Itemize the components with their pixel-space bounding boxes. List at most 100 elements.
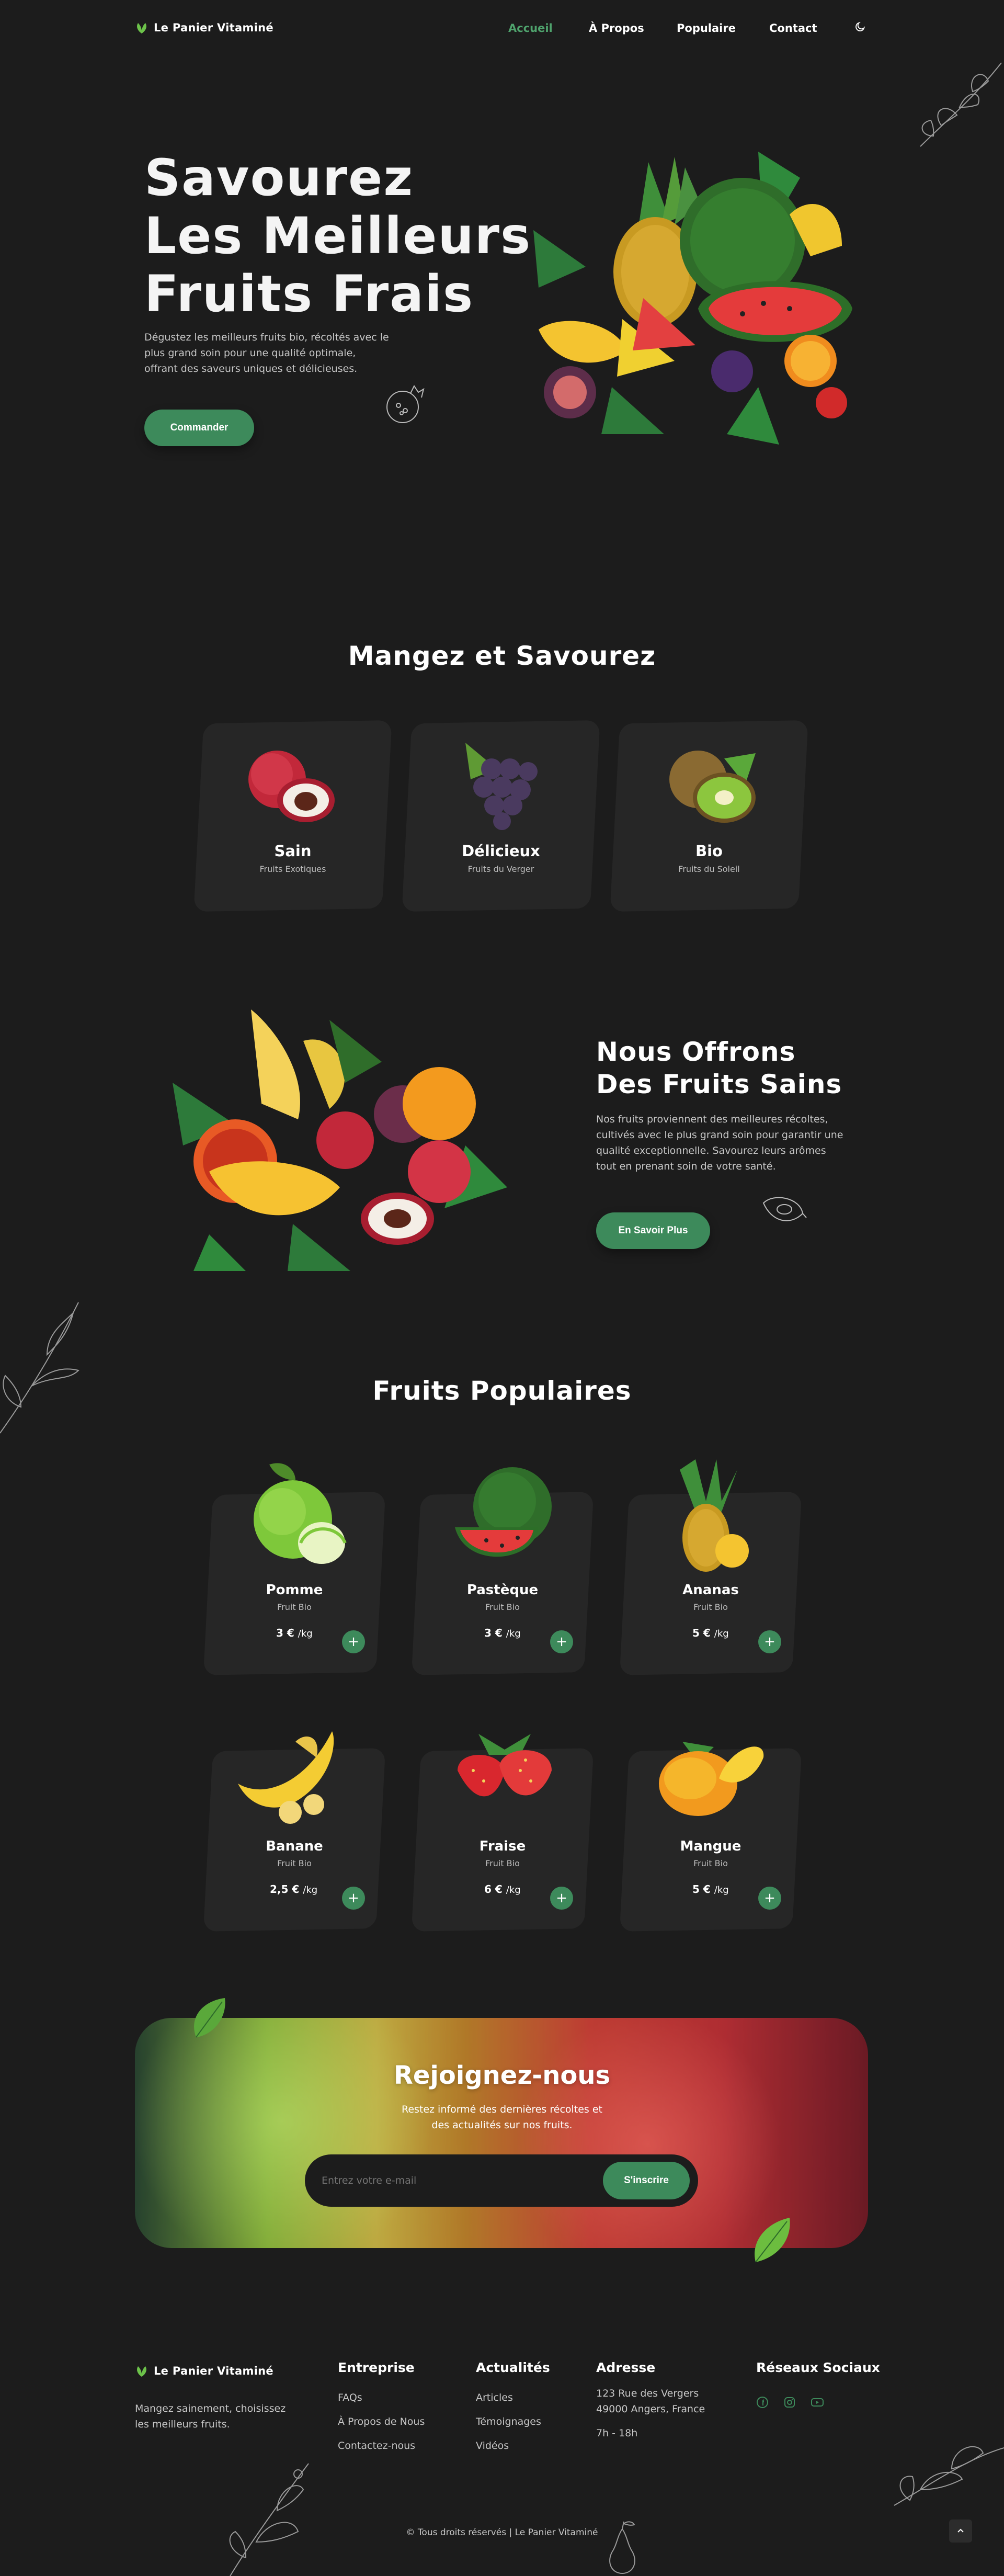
hero-fruit-basket-image — [533, 152, 852, 445]
leaf-outline-decoration — [920, 62, 1002, 147]
site-logo[interactable]: Le Panier Vitaminé — [135, 21, 273, 35]
product-sub: Fruit Bio — [693, 1858, 728, 1868]
footer-social-title: Réseaux Sociaux — [756, 2360, 880, 2375]
footer-address-street: 123 Rue des Vergers — [596, 2388, 699, 2399]
product-name: Pomme — [266, 1582, 323, 1598]
papaya-outline-icon — [762, 1197, 807, 1221]
product-mangue-text: Mangue Fruit Bio — [624, 1839, 797, 1868]
hero-text-line: offrant des saveurs uniques et délicieus… — [144, 363, 358, 375]
product-price: 3 € /kg — [276, 1627, 313, 1639]
product-name: Banane — [266, 1839, 323, 1854]
add-to-cart-button[interactable]: + — [550, 1630, 573, 1653]
hero-title: Savourez Les Meilleurs Fruits Frais — [144, 149, 531, 323]
product-price: 2,5 € /kg — [270, 1883, 317, 1896]
product-sub: Fruit Bio — [277, 1602, 312, 1612]
price-value: 6 € — [484, 1883, 503, 1896]
newsletter-text-line: Restez informé des dernières récoltes et — [401, 2104, 603, 2115]
footer-link-videos[interactable]: Vidéos — [476, 2434, 550, 2458]
price-unit: /kg — [506, 1885, 521, 1896]
add-to-cart-button[interactable]: + — [342, 1630, 365, 1653]
plus-icon: + — [556, 1890, 567, 1906]
footer-tagline: Mangez sainement, choisissez les meilleu… — [135, 2401, 286, 2432]
chevron-up-icon — [957, 2528, 964, 2533]
product-price: 6 € /kg — [484, 1883, 521, 1896]
add-to-cart-button[interactable]: + — [758, 1630, 781, 1653]
price-unit: /kg — [506, 1628, 521, 1639]
footer-hours: 7h - 18h — [596, 2427, 638, 2439]
scroll-to-top-button[interactable] — [949, 2520, 972, 2543]
youtube-icon[interactable] — [811, 2396, 824, 2409]
plus-icon: + — [556, 1634, 567, 1650]
nav-a-propos[interactable]: À Propos — [589, 22, 644, 35]
footer-link-about[interactable]: À Propos de Nous — [338, 2410, 425, 2434]
category-name: Bio — [695, 842, 723, 860]
plus-icon: + — [764, 1634, 775, 1650]
price-unit: /kg — [298, 1628, 313, 1639]
about-fruit-mix-image — [173, 1009, 507, 1271]
product-sub: Fruit Bio — [277, 1858, 312, 1868]
subscribe-button[interactable]: S'inscrire — [603, 2162, 690, 2199]
footer-link-faqs[interactable]: FAQs — [338, 2386, 425, 2410]
product-sub: Fruit Bio — [485, 1602, 520, 1612]
product-price: 3 € /kg — [484, 1627, 521, 1639]
product-sub: Fruit Bio — [485, 1858, 520, 1868]
hero-text-line: Dégustez les meilleurs fruits bio, récol… — [144, 332, 389, 343]
leaf-logo-icon — [137, 23, 146, 33]
product-name: Mangue — [680, 1839, 741, 1854]
category-sain-text: Sain Fruits Exotiques — [199, 842, 387, 874]
hero-title-line-3: Fruits Frais — [144, 265, 474, 323]
nav-accueil[interactable]: Accueil — [508, 22, 553, 35]
footer-logo[interactable]: Le Panier Vitaminé — [135, 2364, 273, 2378]
moon-icon[interactable] — [854, 21, 866, 32]
footer-link-contact[interactable]: Contactez-nous — [338, 2434, 425, 2458]
hero-description: Dégustez les meilleurs fruits bio, récol… — [144, 330, 389, 377]
footer-link-testimonials[interactable]: Témoignages — [476, 2410, 550, 2434]
kiwi-image — [669, 751, 756, 823]
about-title: Nous Offrons Des Fruits Sains — [596, 1036, 842, 1100]
pineapple-image — [680, 1459, 749, 1572]
product-banane-text: Banane Fruit Bio — [208, 1839, 381, 1868]
learn-more-button[interactable]: En Savoir Plus — [596, 1212, 710, 1249]
product-sub: Fruit Bio — [693, 1602, 728, 1612]
newsletter-form: S'inscrire — [305, 2154, 698, 2207]
nav-contact[interactable]: Contact — [769, 22, 817, 35]
plus-icon: + — [348, 1634, 359, 1650]
price-unit: /kg — [714, 1885, 729, 1896]
leaf-branch-outline-decoration — [894, 2446, 1004, 2506]
product-name: Pastèque — [466, 1582, 539, 1598]
category-name: Délicieux — [462, 842, 540, 860]
plus-icon: + — [348, 1890, 359, 1906]
add-to-cart-button[interactable]: + — [758, 1887, 781, 1910]
footer-column-actualites: Actualités Articles Témoignages Vidéos — [476, 2360, 550, 2458]
price-value: 3 € — [484, 1627, 503, 1639]
product-fraise-text: Fraise Fruit Bio — [416, 1839, 589, 1868]
about-description: Nos fruits proviennent des meilleures ré… — [596, 1111, 843, 1174]
mango-image — [659, 1742, 764, 1816]
footer-tagline-line: les meilleurs fruits. — [135, 2419, 230, 2430]
category-delicieux-text: Délicieux Fruits du Verger — [407, 842, 595, 874]
branch-outline-decoration — [0, 1302, 79, 1434]
nav-populaire[interactable]: Populaire — [677, 22, 736, 35]
footer-link-articles[interactable]: Articles — [476, 2386, 550, 2410]
about-text-line: tout en prenant soin de votre santé. — [596, 1161, 776, 1172]
leaf-logo-icon — [137, 2366, 146, 2377]
add-to-cart-button[interactable]: + — [342, 1887, 365, 1910]
lychee-image — [248, 751, 335, 822]
categories-title: Mangez et Savourez — [348, 641, 656, 671]
leaf-decoration-icon — [755, 2218, 790, 2263]
price-unit: /kg — [303, 1885, 318, 1896]
about-text-line: Nos fruits proviennent des meilleures ré… — [596, 1114, 828, 1125]
hero-title-line-2: Les Meilleurs — [144, 207, 532, 265]
about-text-line: cultivés avec le plus grand soin pour ga… — [596, 1129, 843, 1141]
instagram-icon[interactable] — [783, 2396, 796, 2409]
watermelon-image — [455, 1467, 552, 1557]
newsletter-description: Restez informé des dernières récoltes et… — [0, 2102, 1004, 2133]
email-input[interactable] — [322, 2168, 583, 2193]
category-name: Sain — [274, 842, 312, 860]
price-value: 3 € — [276, 1627, 294, 1639]
facebook-icon[interactable] — [756, 2396, 769, 2409]
newsletter-title: Rejoignez-nous — [393, 2061, 611, 2090]
add-to-cart-button[interactable]: + — [550, 1887, 573, 1910]
newsletter-blur-overlay — [135, 2018, 868, 2248]
order-button[interactable]: Commander — [144, 410, 254, 446]
